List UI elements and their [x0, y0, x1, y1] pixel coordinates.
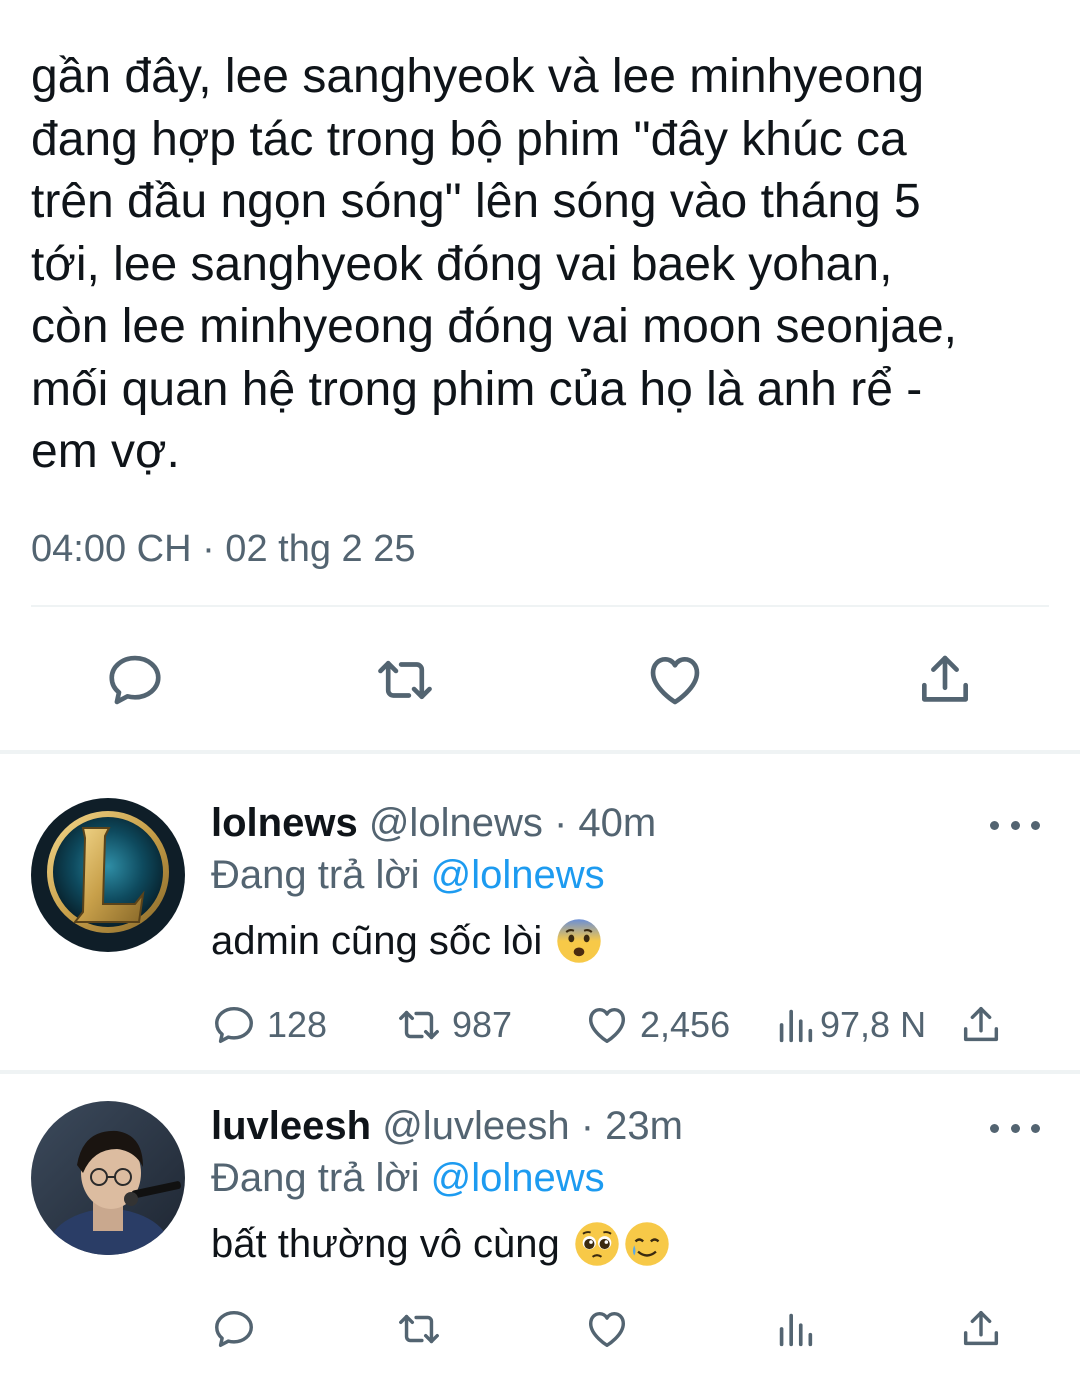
share-icon [963, 1006, 999, 1042]
retweet-count: 987 [452, 1004, 513, 1045]
reply-button[interactable] [211, 1304, 267, 1354]
separator-dot: · [553, 801, 568, 845]
views-button[interactable] [772, 1304, 828, 1354]
separator-dot: · [580, 1104, 595, 1148]
section-divider [0, 750, 1080, 754]
like-icon [650, 657, 700, 705]
like-button[interactable]: 2,456 [584, 1000, 730, 1050]
views-button[interactable]: 97,8 N [772, 1000, 926, 1050]
retweet-icon [399, 1010, 439, 1040]
reply-button[interactable]: 128 [211, 1000, 327, 1050]
more-dot-icon [1031, 820, 1040, 830]
tweet-timestamp[interactable]: 04:00 CH · 02 thg 2 25 [31, 528, 415, 571]
like-count: 2,456 [640, 1004, 731, 1045]
fearful-face-emoji [557, 919, 602, 963]
replying-label: Đang trả lời [211, 853, 420, 897]
share-button[interactable] [913, 648, 977, 712]
reply-content: bất thường vô cùng [211, 1219, 670, 1269]
more-options-button[interactable] [990, 1113, 1040, 1143]
author-name[interactable]: lolnews [211, 801, 358, 845]
like-icon [588, 1007, 626, 1044]
like-icon [588, 1311, 626, 1348]
reply-icon [215, 1310, 253, 1348]
retweet-button[interactable] [373, 648, 437, 712]
mention-link[interactable]: @lolnews [431, 1156, 605, 1200]
more-dot-icon [1010, 820, 1020, 830]
views-icon [779, 1009, 813, 1043]
reply-tweet[interactable]: luvleesh @luvleesh · 23m Đang trả lời @l… [0, 1101, 1080, 1371]
reply-icon [109, 655, 161, 705]
reply-tweet[interactable]: lolnews @lolnews · 40m Đang trả lời @lol… [0, 798, 1080, 1068]
like-button[interactable] [643, 648, 707, 712]
reply-icon [215, 1006, 253, 1044]
author-handle[interactable]: @luvleesh [382, 1104, 569, 1148]
more-options-button[interactable] [990, 810, 1040, 840]
share-button[interactable] [958, 1000, 1004, 1050]
user-avatar-photo [31, 1101, 185, 1255]
divider [31, 605, 1049, 607]
share-button[interactable] [958, 1304, 1004, 1354]
views-icon [779, 1313, 813, 1347]
reply-action-bar [0, 1304, 1080, 1354]
pleading-face-emoji [575, 1222, 619, 1266]
view-count: 97,8 N [820, 1004, 927, 1045]
league-of-legends-logo [31, 798, 185, 952]
retweet-icon [378, 660, 432, 700]
tweet-text: gần đây, lee sanghyeok và lee minhyeong … [31, 50, 957, 478]
replying-to: Đang trả lời @lolnews [211, 1153, 605, 1203]
more-dot-icon [990, 1123, 999, 1133]
section-divider [0, 1070, 1080, 1074]
reply-action-bar: 128 987 2,456 97,8 N [0, 1000, 1080, 1050]
retweet-button[interactable]: 987 [396, 1000, 512, 1050]
like-button[interactable] [584, 1304, 640, 1354]
retweet-button[interactable] [396, 1304, 452, 1354]
share-icon [963, 1310, 999, 1346]
tweet-action-bar [0, 640, 1080, 720]
author-handle[interactable]: @lolnews [369, 801, 543, 845]
reply-button[interactable] [103, 648, 167, 712]
reply-content: admin cũng sốc lòi [211, 916, 602, 966]
avatar[interactable] [31, 1101, 185, 1255]
mention-link[interactable]: @lolnews [431, 853, 605, 897]
reply-time[interactable]: 23m [605, 1104, 683, 1148]
reply-text: bất thường vô cùng [211, 1222, 560, 1266]
avatar[interactable] [31, 798, 185, 952]
reply-time[interactable]: 40m [578, 801, 656, 845]
smiling-face-with-tear-emoji [625, 1222, 669, 1266]
reply-text: admin cũng sốc lòi [211, 919, 543, 963]
more-dot-icon [1010, 1123, 1020, 1133]
author-name[interactable]: luvleesh [211, 1104, 371, 1148]
more-dot-icon [1031, 1123, 1040, 1133]
replying-label: Đang trả lời [211, 1156, 420, 1200]
replying-to: Đang trả lời @lolnews [211, 850, 605, 900]
reply-count: 128 [267, 1004, 328, 1045]
share-icon [922, 655, 968, 702]
more-dot-icon [990, 820, 999, 830]
retweet-icon [399, 1314, 439, 1344]
